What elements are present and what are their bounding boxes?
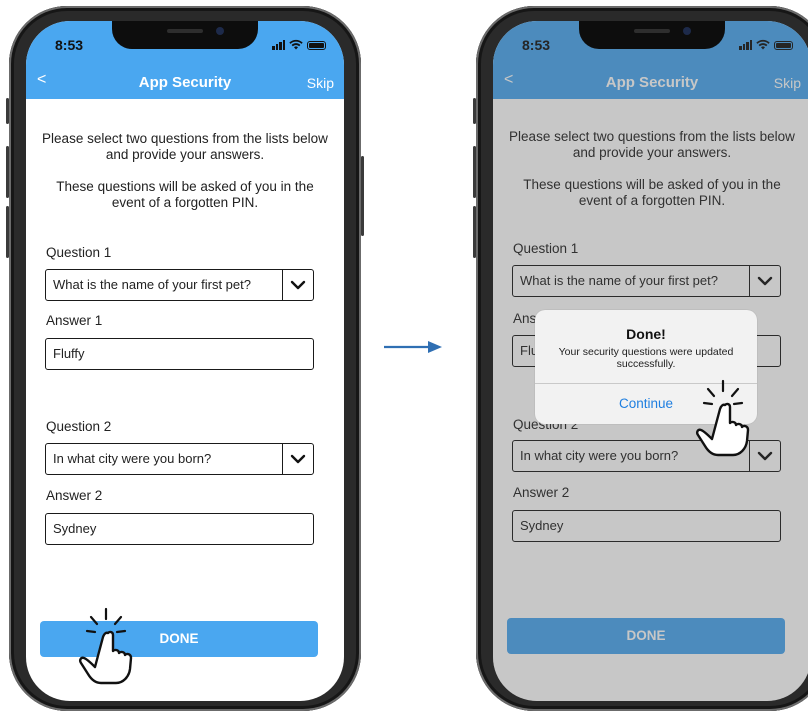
chevron-down-icon bbox=[290, 280, 306, 290]
screen-left: 8:53 < App Security Skip Please select t… bbox=[26, 21, 344, 701]
done-button[interactable]: DONE bbox=[507, 618, 785, 654]
intro-text-2: These questions will be asked of you in … bbox=[523, 177, 781, 208]
question-2-value: In what city were you born? bbox=[53, 451, 212, 466]
alert-title: Done! bbox=[626, 326, 666, 342]
volume-up-button bbox=[473, 146, 476, 198]
front-camera bbox=[216, 27, 224, 35]
answer-2-value: Sydney bbox=[53, 521, 97, 536]
tap-hand-icon bbox=[79, 607, 133, 685]
done-button-label: DONE bbox=[626, 628, 666, 643]
arrow-right-icon bbox=[384, 341, 442, 353]
question-1-label: Question 1 bbox=[513, 241, 579, 256]
chevron-down-icon bbox=[290, 454, 306, 464]
page-title: App Security bbox=[605, 74, 699, 91]
wifi-icon bbox=[756, 39, 770, 50]
select-divider bbox=[748, 266, 750, 296]
answer-1-label: Answer 1 bbox=[46, 313, 103, 328]
power-button bbox=[361, 156, 364, 236]
cellular-signal-icon bbox=[739, 40, 752, 50]
phone-frame-left: 8:53 < App Security Skip Please select t… bbox=[6, 6, 364, 711]
cellular-signal-icon bbox=[272, 40, 285, 50]
answer-2-label: Answer 2 bbox=[46, 488, 103, 503]
page-title: App Security bbox=[138, 74, 232, 91]
volume-up-button bbox=[6, 146, 9, 198]
question-1-select[interactable]: What is the name of your first pet? bbox=[45, 269, 314, 301]
answer-1-value: Fluffy bbox=[53, 346, 85, 361]
status-icons bbox=[272, 38, 326, 50]
notch bbox=[112, 21, 258, 49]
question-2-value: In what city were you born? bbox=[520, 448, 679, 463]
battery-icon bbox=[774, 41, 793, 50]
answer-2-value: Sydney bbox=[520, 518, 564, 533]
screen-right: 8:53 < App Security Skip Please select t… bbox=[493, 21, 808, 701]
answer-2-input[interactable]: Sydney bbox=[512, 510, 781, 542]
status-time: 8:53 bbox=[522, 37, 551, 53]
speaker-grille bbox=[167, 29, 203, 33]
intro-text-1: Please select two questions from the lis… bbox=[509, 129, 795, 160]
skip-button[interactable]: Skip bbox=[307, 75, 334, 91]
intro-text-2: These questions will be asked of you in … bbox=[56, 179, 314, 210]
battery-icon bbox=[307, 41, 326, 50]
question-1-value: What is the name of your first pet? bbox=[53, 277, 251, 292]
chevron-down-icon bbox=[757, 276, 773, 286]
tap-hand-icon bbox=[696, 379, 750, 457]
notch bbox=[579, 21, 725, 49]
select-divider bbox=[281, 270, 283, 300]
mute-switch bbox=[6, 98, 9, 124]
alert-message: Your security questions were updated suc… bbox=[558, 346, 734, 370]
answer-2-label: Answer 2 bbox=[513, 485, 570, 500]
phone-frame-right: 8:53 < App Security Skip Please select t… bbox=[473, 6, 808, 711]
question-1-label: Question 1 bbox=[46, 245, 112, 260]
wifi-icon bbox=[289, 39, 303, 50]
nav-bar: < App Security Skip bbox=[493, 67, 808, 99]
skip-button[interactable]: Skip bbox=[774, 75, 801, 91]
status-icons bbox=[739, 38, 793, 50]
select-divider bbox=[281, 444, 283, 474]
question-1-value: What is the name of your first pet? bbox=[520, 273, 718, 288]
answer-2-input[interactable]: Sydney bbox=[45, 513, 314, 545]
intro-text-1: Please select two questions from the lis… bbox=[42, 131, 328, 162]
question-2-label: Question 2 bbox=[46, 419, 112, 434]
front-camera bbox=[683, 27, 691, 35]
question-2-select[interactable]: In what city were you born? bbox=[45, 443, 314, 475]
question-1-select[interactable]: What is the name of your first pet? bbox=[512, 265, 781, 297]
speaker-grille bbox=[634, 29, 670, 33]
mute-switch bbox=[473, 98, 476, 124]
volume-down-button bbox=[473, 206, 476, 258]
status-time: 8:53 bbox=[55, 37, 84, 53]
answer-1-input[interactable]: Fluffy bbox=[45, 338, 314, 370]
volume-down-button bbox=[6, 206, 9, 258]
nav-bar: < App Security Skip bbox=[26, 67, 344, 99]
